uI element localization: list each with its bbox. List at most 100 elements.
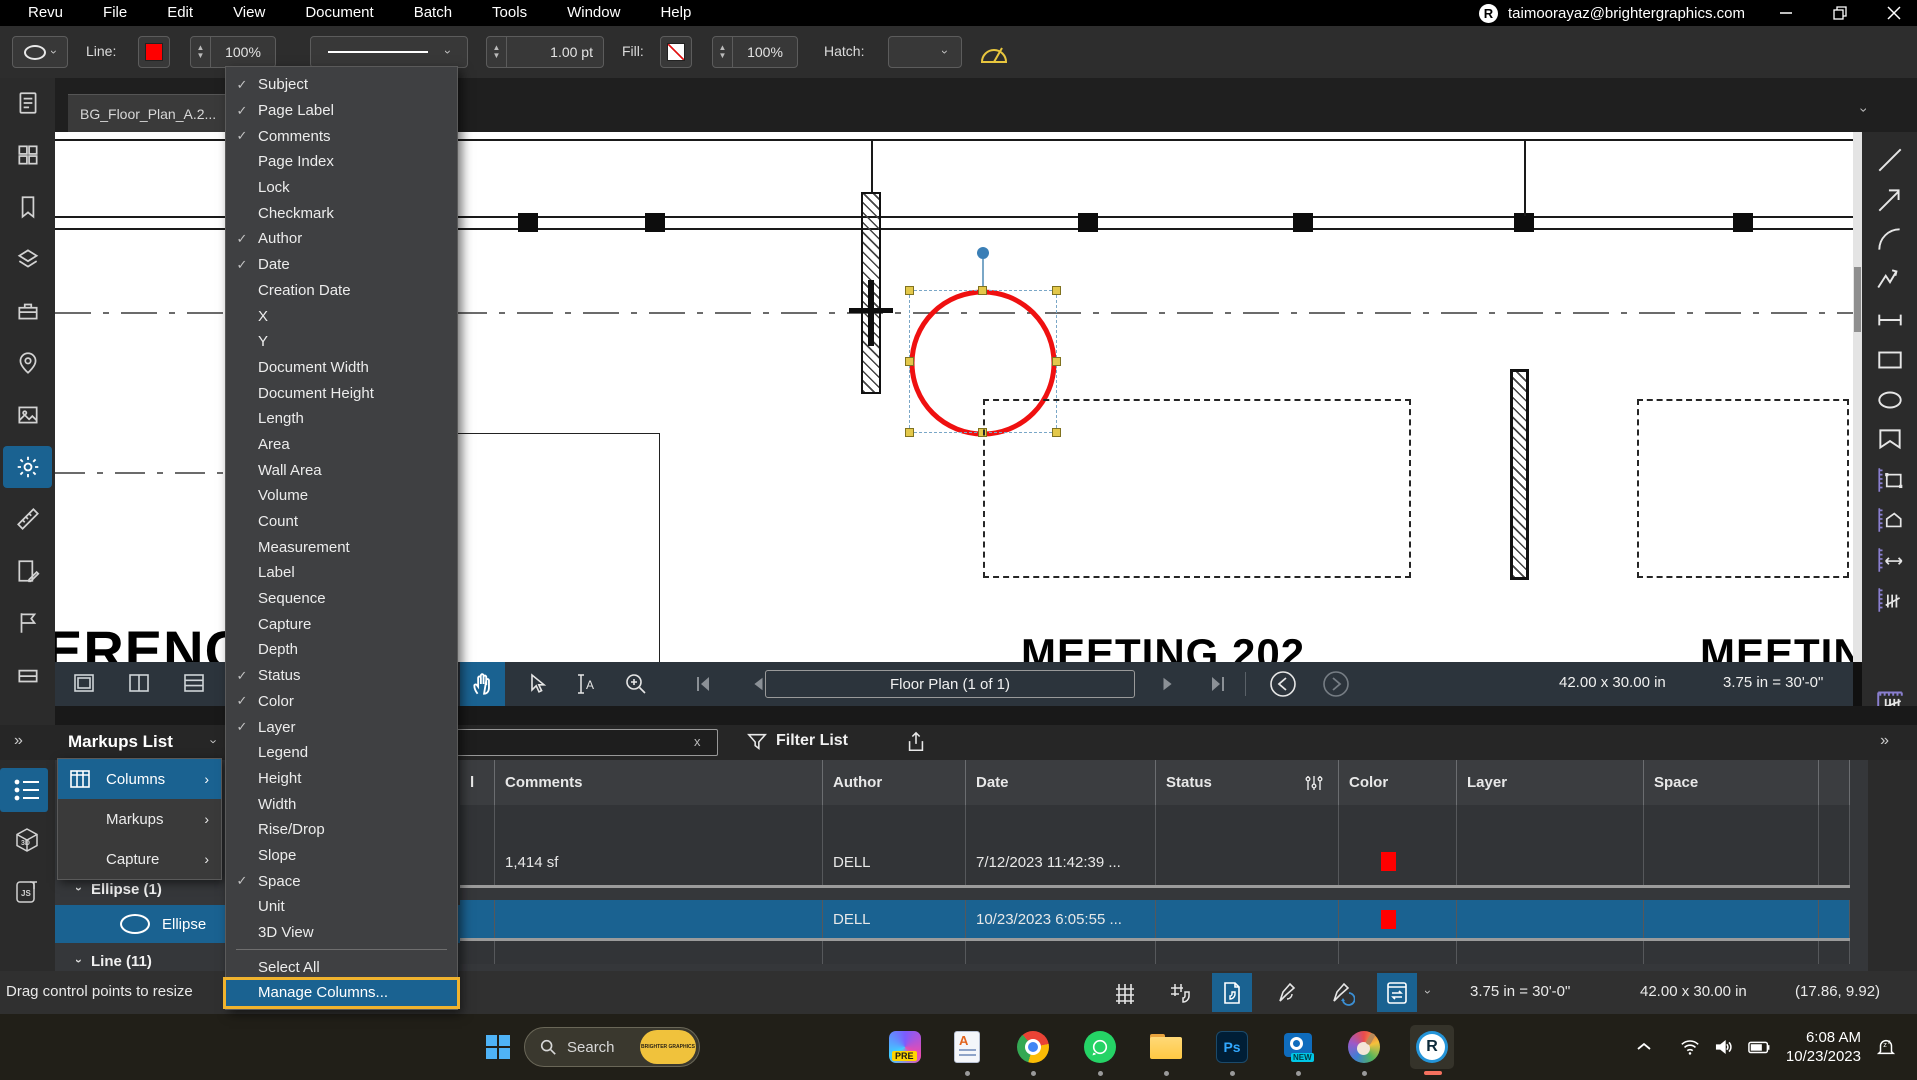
menu-item-area[interactable]: Area <box>226 432 457 458</box>
tray-expand-chevron-icon[interactable] <box>1636 1039 1652 1055</box>
app-photoshop-icon[interactable]: Ps <box>1212 1027 1252 1067</box>
menu-markups[interactable]: Markups› <box>58 799 221 839</box>
reuse-markup-icon[interactable] <box>1322 973 1362 1012</box>
minimize-button[interactable] <box>1771 1 1801 25</box>
menu-item-height[interactable]: Height <box>226 766 457 792</box>
close-button[interactable] <box>1879 1 1909 25</box>
menu-help[interactable]: Help <box>640 0 711 26</box>
bookmarks-icon[interactable] <box>15 194 41 220</box>
snap-to-markup-icon[interactable] <box>1268 973 1308 1012</box>
fill-opacity-control[interactable]: ▲▼ 100% <box>712 36 798 68</box>
table-cell[interactable] <box>1339 900 1457 938</box>
resize-handle[interactable] <box>905 428 914 437</box>
menu-view[interactable]: View <box>213 0 285 26</box>
measurements-icon[interactable] <box>15 506 41 532</box>
ellipse-tool-icon[interactable] <box>1875 385 1905 415</box>
markups-list-icon[interactable] <box>13 777 41 803</box>
start-button[interactable] <box>478 1027 518 1067</box>
menu-file[interactable]: File <box>83 0 147 26</box>
menu-item-color[interactable]: ✓Color <box>226 689 457 715</box>
menu-item-date[interactable]: ✓Date <box>226 252 457 278</box>
menu-columns[interactable]: Columns› <box>58 759 221 799</box>
filter-funnel-icon[interactable] <box>746 731 768 753</box>
width-spinner[interactable]: ▲▼ <box>487 37 507 67</box>
select-tool-button[interactable] <box>513 662 558 706</box>
app-paint-icon[interactable] <box>1344 1027 1384 1067</box>
dimension-tool-icon[interactable] <box>1875 305 1905 335</box>
scrollbar-thumb[interactable] <box>1854 267 1861 332</box>
menu-item-y[interactable]: Y <box>226 329 457 355</box>
menu-item-creation-date[interactable]: Creation Date <box>226 278 457 304</box>
col-color[interactable]: Color <box>1339 760 1457 805</box>
filter-list-label[interactable]: Filter List <box>776 732 848 750</box>
menu-revu[interactable]: Revu <box>8 0 83 26</box>
menu-item-sequence[interactable]: Sequence <box>226 586 457 612</box>
measure-perimeter-icon[interactable] <box>1875 505 1905 535</box>
col-space[interactable]: Space <box>1644 760 1819 805</box>
line-opacity-control[interactable]: ▲▼ 100% <box>190 36 276 68</box>
collapse-panel-icon[interactable]: » <box>14 732 21 750</box>
table-cell[interactable] <box>1156 900 1339 938</box>
menu-item-unit[interactable]: Unit <box>226 894 457 920</box>
previous-view-button[interactable] <box>1260 662 1305 706</box>
table-cell[interactable]: 1,414 sf <box>495 805 823 885</box>
menu-tools[interactable]: Tools <box>472 0 547 26</box>
restore-button[interactable] <box>1825 1 1855 25</box>
expand-panel-icon[interactable]: » <box>1880 732 1887 750</box>
single-view-icon[interactable] <box>70 669 100 699</box>
resize-handle[interactable] <box>905 286 914 295</box>
menu-edit[interactable]: Edit <box>147 0 213 26</box>
tool-chest-icon[interactable] <box>15 298 41 324</box>
panel-title[interactable]: Markups List <box>68 732 173 752</box>
arc-tool-icon[interactable] <box>1875 225 1905 255</box>
tab-list-chevron-icon[interactable]: › <box>1857 108 1873 113</box>
hatch-dropdown[interactable]: › <box>888 36 962 68</box>
menu-item-manage-columns[interactable]: Manage Columns... <box>226 980 457 1006</box>
menu-item-legend[interactable]: Legend <box>226 740 457 766</box>
menu-document[interactable]: Document <box>285 0 393 26</box>
split-horizontal-icon[interactable] <box>180 669 210 699</box>
panel-title-chevron-icon[interactable]: › <box>207 739 222 743</box>
table-cell[interactable] <box>1644 900 1819 938</box>
menu-batch[interactable]: Batch <box>394 0 472 26</box>
resize-handle[interactable] <box>905 357 914 366</box>
sync-views-icon[interactable] <box>1377 973 1417 1012</box>
snap-to-content-icon[interactable] <box>1212 973 1252 1012</box>
color-swatch[interactable] <box>1381 910 1396 929</box>
links-icon[interactable] <box>15 402 41 428</box>
layers-icon[interactable] <box>15 246 41 272</box>
col-status[interactable]: Status <box>1156 760 1339 805</box>
menu-item-document-width[interactable]: Document Width <box>226 355 457 381</box>
filter-sliders-icon[interactable] <box>1304 773 1324 793</box>
app-wordpad-icon[interactable]: A <box>947 1027 987 1067</box>
table-cell[interactable] <box>1644 805 1819 885</box>
menu-item-length[interactable]: Length <box>226 406 457 432</box>
menu-item-comments[interactable]: ✓Comments <box>226 123 457 149</box>
menu-item-select-all[interactable]: Select All <box>226 954 457 980</box>
shape-tool-dropdown[interactable]: › <box>12 36 68 68</box>
app-premiere-icon[interactable]: PRE <box>885 1027 925 1067</box>
table-cell[interactable] <box>1156 805 1339 885</box>
polyline-tool-icon[interactable] <box>1875 265 1905 295</box>
first-page-button[interactable] <box>680 662 725 706</box>
menu-item-volume[interactable]: Volume <box>226 483 457 509</box>
clear-search-button[interactable]: x <box>694 734 701 749</box>
rotation-handle[interactable] <box>977 247 989 259</box>
javascript-icon[interactable]: JS <box>13 878 41 906</box>
markup-row[interactable]: 1,414 sfDELL7/12/2023 11:42:39 ... <box>460 805 1850 885</box>
select-text-button[interactable]: A <box>563 662 608 706</box>
rectangle-tool-icon[interactable] <box>1875 345 1905 375</box>
menu-item-x[interactable]: X <box>226 303 457 329</box>
markup-row-selected[interactable]: DELL10/23/2023 6:05:55 ... <box>460 900 1850 938</box>
resize-handle[interactable] <box>978 286 987 295</box>
settings-gear-icon[interactable] <box>15 454 41 480</box>
menu-item-document-height[interactable]: Document Height <box>226 380 457 406</box>
battery-icon[interactable] <box>1748 1037 1772 1057</box>
next-view-button[interactable] <box>1313 662 1358 706</box>
canvas-scrollbar[interactable] <box>1853 132 1862 662</box>
protractor-tool-icon[interactable] <box>978 38 1010 66</box>
measure-length-icon[interactable] <box>1875 545 1905 575</box>
pan-tool-button[interactable] <box>460 662 505 706</box>
wifi-icon[interactable] <box>1680 1037 1700 1057</box>
3d-model-icon[interactable]: 3D <box>13 826 41 854</box>
